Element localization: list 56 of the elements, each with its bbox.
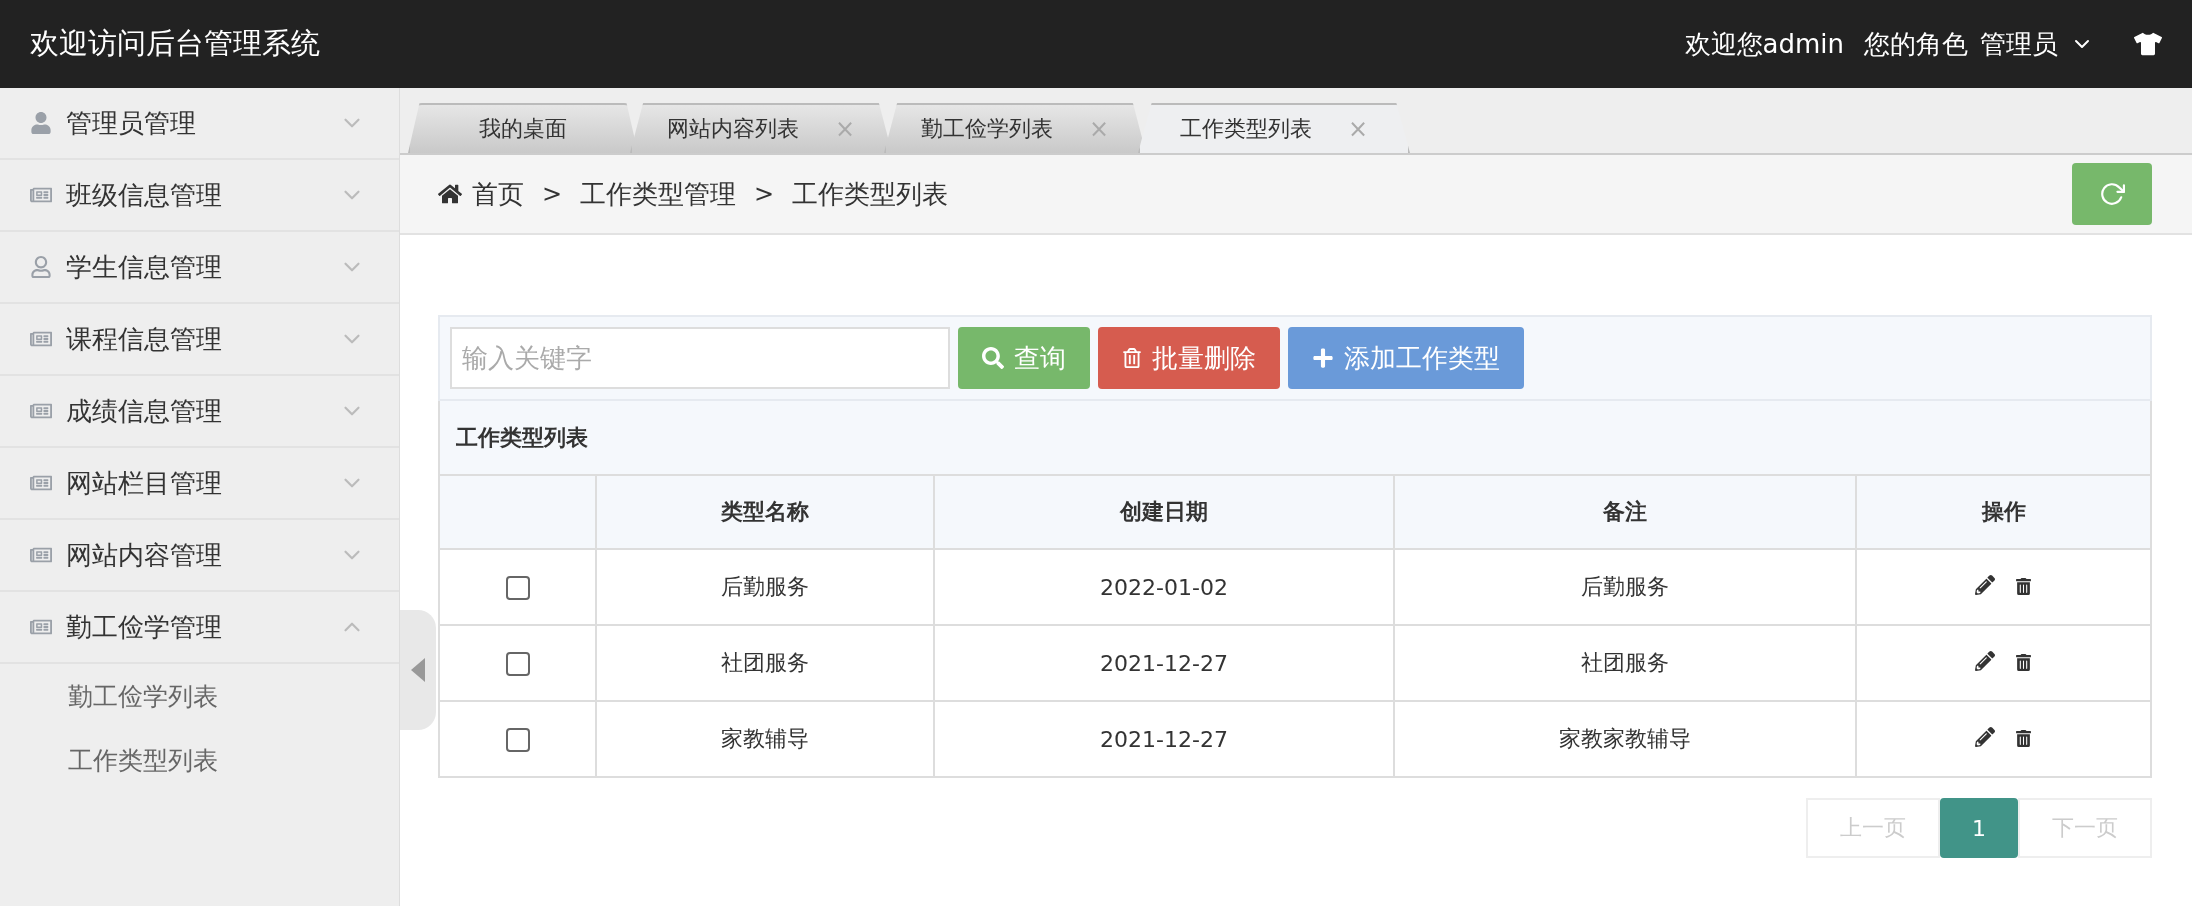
home-icon bbox=[438, 182, 462, 206]
table-title: 工作类型列表 bbox=[439, 401, 2151, 475]
table-cell: 2021-12-27 bbox=[934, 625, 1394, 701]
delete-button[interactable]: 批量删除 bbox=[1098, 327, 1280, 389]
sidebar-subitem[interactable]: 勤工俭学列表 bbox=[0, 664, 399, 728]
column-header: 类型名称 bbox=[596, 475, 934, 549]
breadcrumb-separator: > bbox=[542, 180, 563, 208]
table-cell: 后勤服务 bbox=[1394, 549, 1856, 625]
sidebar-subitem[interactable]: 工作类型列表 bbox=[0, 728, 399, 792]
search-field[interactable]: 输入关键字 bbox=[450, 327, 950, 389]
plus-icon bbox=[1312, 347, 1334, 369]
breadcrumb-separator: > bbox=[754, 180, 775, 208]
trash-icon[interactable] bbox=[2015, 729, 2032, 747]
tshirt-icon[interactable] bbox=[2134, 30, 2162, 58]
user-icon bbox=[30, 112, 52, 134]
column-header: 备注 bbox=[1394, 475, 1856, 549]
row-checkbox[interactable] bbox=[505, 576, 530, 600]
edit-icon[interactable] bbox=[1975, 726, 1995, 747]
row-checkbox[interactable] bbox=[505, 652, 530, 676]
sidebar-item[interactable]: 学生信息管理 bbox=[0, 232, 399, 304]
page-button[interactable]: 1 bbox=[1940, 798, 2018, 858]
row-checkbox[interactable] bbox=[505, 728, 530, 752]
edit-icon[interactable] bbox=[1975, 574, 1995, 595]
welcome-text: 欢迎您admin bbox=[1684, 27, 1844, 61]
table-cell: 2022-01-02 bbox=[934, 549, 1394, 625]
table-cell: 社团服务 bbox=[596, 625, 934, 701]
sidebar-item[interactable]: 勤工俭学管理 bbox=[0, 592, 399, 664]
sidebar-item[interactable]: 班级信息管理 bbox=[0, 160, 399, 232]
triangle-left-icon bbox=[411, 658, 425, 682]
user-icon bbox=[30, 256, 52, 278]
edit-icon[interactable] bbox=[1975, 650, 1995, 671]
sidebar-item[interactable]: 管理员管理 bbox=[0, 88, 399, 160]
breadcrumb-link[interactable]: 首页 bbox=[438, 176, 524, 212]
collapse-handle[interactable] bbox=[400, 610, 436, 730]
refresh-icon bbox=[2099, 181, 2125, 207]
breadcrumb-item[interactable]: 工作类型列表 bbox=[792, 176, 949, 212]
breadcrumb-item[interactable]: 工作类型管理 bbox=[580, 176, 737, 212]
trash-icon[interactable] bbox=[2015, 577, 2032, 595]
table-cell: 社团服务 bbox=[1394, 625, 1856, 701]
table-cell: 2021-12-27 bbox=[934, 701, 1394, 777]
table-cell: 后勤服务 bbox=[596, 549, 934, 625]
app-title: 欢迎访问后台管理系统 bbox=[30, 25, 321, 62]
sidebar-item[interactable]: 课程信息管理 bbox=[0, 304, 399, 376]
trash-icon[interactable] bbox=[2015, 653, 2032, 671]
column-header: 操作 bbox=[1856, 475, 2151, 549]
column-header: 创建日期 bbox=[934, 475, 1394, 549]
sidebar-item[interactable]: 网站内容管理 bbox=[0, 520, 399, 592]
search-icon bbox=[982, 347, 1004, 369]
table-cell: 家教辅导 bbox=[596, 701, 934, 777]
trash-icon bbox=[1122, 348, 1142, 368]
sidebar-item[interactable]: 成绩信息管理 bbox=[0, 376, 399, 448]
tab[interactable]: 工作类型列表 × bbox=[1138, 103, 1410, 153]
sidebar-item[interactable]: 网站栏目管理 bbox=[0, 448, 399, 520]
role-dropdown[interactable]: 您的角色 管理员 bbox=[1864, 26, 2094, 62]
table-cell: 家教家教辅导 bbox=[1394, 701, 1856, 777]
breadcrumb-text: 首页 bbox=[472, 177, 524, 211]
